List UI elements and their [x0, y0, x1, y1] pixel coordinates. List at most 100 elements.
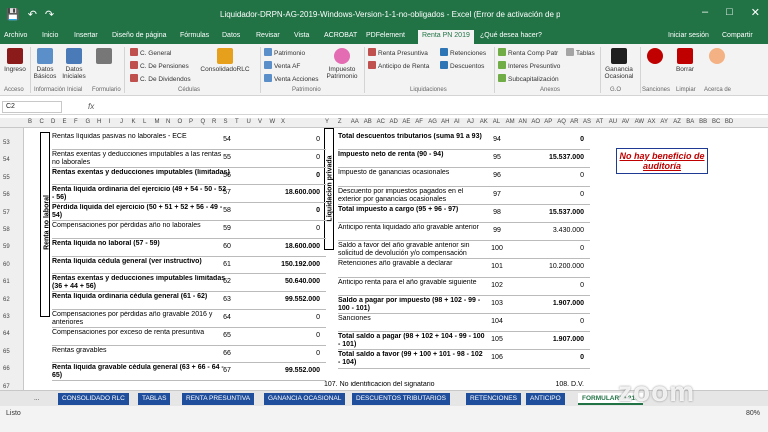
- share-button[interactable]: Compartir: [722, 32, 753, 39]
- row-label[interactable]: Rentas gravables: [52, 347, 230, 363]
- row-label[interactable]: Anticipo renta liquidado año gravable an…: [338, 224, 486, 240]
- row-label[interactable]: Total descuentos tributarios (suma 91 a …: [338, 133, 486, 149]
- row-value[interactable]: 18.600.000: [256, 243, 320, 250]
- renta-comp-patr-button[interactable]: Renta Comp Patr: [498, 48, 558, 57]
- column-header[interactable]: AG: [428, 119, 437, 125]
- column-header[interactable]: AX: [648, 119, 656, 125]
- column-header[interactable]: Z: [338, 119, 342, 125]
- row-value[interactable]: 0: [520, 245, 584, 252]
- row-value[interactable]: 0: [256, 350, 320, 357]
- redo-icon[interactable]: ↷: [45, 8, 54, 21]
- row-header[interactable]: 66: [3, 366, 10, 372]
- subcapitalizacion-button[interactable]: Subcapitalización: [498, 74, 559, 83]
- column-header[interactable]: S: [224, 119, 228, 125]
- row-label[interactable]: Retenciones año gravable a declarar: [338, 260, 486, 276]
- column-header[interactable]: W: [270, 119, 276, 125]
- column-header[interactable]: X: [281, 119, 285, 125]
- undo-icon[interactable]: ↶: [28, 8, 37, 21]
- sanciones-button[interactable]: [644, 48, 666, 66]
- column-header[interactable]: BB: [699, 119, 707, 125]
- row-header[interactable]: 64: [3, 331, 10, 337]
- tab-diseno-pagina[interactable]: Diseño de página: [112, 32, 167, 39]
- column-header[interactable]: L: [143, 119, 146, 125]
- row-label[interactable]: Impuesto neto de renta (90 - 94): [338, 151, 486, 167]
- row-value[interactable]: 15.537.000: [520, 154, 584, 161]
- row-label[interactable]: Compensaciones por pérdidas año gravable…: [52, 311, 230, 327]
- row-label[interactable]: Rentas líquidas pasivas no laborales - E…: [52, 133, 230, 149]
- row-header[interactable]: 58: [3, 227, 10, 233]
- interes-presuntivo-button[interactable]: Interes Presuntivo: [498, 61, 560, 70]
- c-general-button[interactable]: C. General: [130, 48, 171, 57]
- column-header[interactable]: AL: [493, 119, 500, 125]
- tab-pdfelement[interactable]: PDFelement: [366, 32, 405, 39]
- acerca-de-button[interactable]: [706, 48, 728, 66]
- tab-datos[interactable]: Datos: [222, 32, 240, 39]
- column-header[interactable]: AU: [609, 119, 617, 125]
- column-header[interactable]: AY: [660, 119, 668, 125]
- row-header[interactable]: 61: [3, 279, 10, 285]
- row-label[interactable]: Renta líquida cédula general (ver instru…: [52, 258, 230, 274]
- row-value[interactable]: 0: [520, 191, 584, 198]
- column-header[interactable]: R: [212, 119, 216, 125]
- sheet-tab[interactable]: TABLAS: [138, 393, 171, 405]
- row-label[interactable]: Rentas exentas y deducciones imputables …: [52, 151, 230, 167]
- row-value[interactable]: 0: [256, 172, 320, 179]
- descuentos-button[interactable]: Descuentos: [440, 61, 484, 70]
- sheet-tab[interactable]: ANTICIPO: [526, 393, 565, 405]
- column-header[interactable]: AD: [390, 119, 398, 125]
- row-value[interactable]: 0: [256, 225, 320, 232]
- row-value[interactable]: 0: [256, 154, 320, 161]
- row-value[interactable]: 99.552.000: [256, 296, 320, 303]
- row-value[interactable]: 99.552.000: [256, 367, 320, 374]
- row-header[interactable]: 65: [3, 349, 10, 355]
- row-label[interactable]: Total impuesto a cargo (95 + 96 - 97): [338, 206, 486, 222]
- column-header[interactable]: AP: [544, 119, 552, 125]
- tab-archivo[interactable]: Archivo: [4, 32, 27, 39]
- row-value[interactable]: 1.907.000: [520, 336, 584, 343]
- sheet-tab[interactable]: RENTA PRESUNTIVA: [182, 393, 255, 405]
- patrimonio-button[interactable]: Patrimonio: [264, 48, 305, 57]
- row-value[interactable]: 0: [256, 332, 320, 339]
- column-header[interactable]: AE: [402, 119, 410, 125]
- tell-me-search[interactable]: ¿Qué desea hacer?: [480, 32, 542, 39]
- column-header[interactable]: AF: [415, 119, 423, 125]
- anticipo-renta-button[interactable]: Anticipo de Renta: [368, 61, 429, 70]
- row-value[interactable]: 0: [256, 136, 320, 143]
- retenciones-button[interactable]: Retenciones: [440, 48, 486, 57]
- column-header[interactable]: AH: [441, 119, 449, 125]
- row-label[interactable]: Renta líquida no laboral (57 - 59): [52, 240, 230, 256]
- borrar-button[interactable]: Borrar: [672, 48, 698, 73]
- row-header[interactable]: 59: [3, 244, 10, 250]
- datos-basicos-button[interactable]: Datos Básicos: [33, 48, 57, 80]
- row-value[interactable]: 0: [520, 282, 584, 289]
- row-label[interactable]: Rentas exentas y deducciones imputables …: [52, 275, 230, 291]
- row-label[interactable]: Saldo a favor del año gravable anterior …: [338, 242, 486, 258]
- column-header[interactable]: O: [178, 119, 183, 125]
- column-header[interactable]: T: [235, 119, 239, 125]
- save-icon[interactable]: 💾: [6, 8, 20, 21]
- maximize-icon[interactable]: □: [726, 6, 733, 19]
- row-label[interactable]: Renta líquida ordinaria del ejercicio (4…: [52, 186, 230, 202]
- column-header[interactable]: D: [51, 119, 55, 125]
- row-label[interactable]: Anticipo renta para el año gravable sigu…: [338, 279, 486, 295]
- row-value[interactable]: 0: [256, 314, 320, 321]
- row-label[interactable]: Renta líquida ordinaria cédula general (…: [52, 293, 230, 309]
- sheet-tab[interactable]: ...: [30, 393, 43, 405]
- column-header[interactable]: C: [40, 119, 44, 125]
- row-value[interactable]: 15.537.000: [520, 209, 584, 216]
- column-header[interactable]: AV: [622, 119, 630, 125]
- column-header[interactable]: AS: [583, 119, 591, 125]
- row-header[interactable]: 67: [3, 384, 10, 390]
- column-header[interactable]: BA: [686, 119, 694, 125]
- ingreso-button[interactable]: Ingreso: [4, 48, 26, 73]
- column-header[interactable]: AW: [635, 119, 644, 125]
- column-header[interactable]: BC: [712, 119, 720, 125]
- c-pensiones-button[interactable]: C. De Pensiones: [130, 61, 189, 70]
- row-value[interactable]: 1.907.000: [520, 300, 584, 307]
- row-label[interactable]: Renta líquida gravable cédula general (6…: [52, 364, 230, 380]
- sheet-tab[interactable]: RETENCIONES: [466, 393, 521, 405]
- sheet-tab[interactable]: GANANCIA OCASIONAL: [264, 393, 346, 405]
- name-box[interactable]: C2: [2, 101, 62, 113]
- column-header[interactable]: AB: [364, 119, 372, 125]
- row-value[interactable]: 0: [520, 172, 584, 179]
